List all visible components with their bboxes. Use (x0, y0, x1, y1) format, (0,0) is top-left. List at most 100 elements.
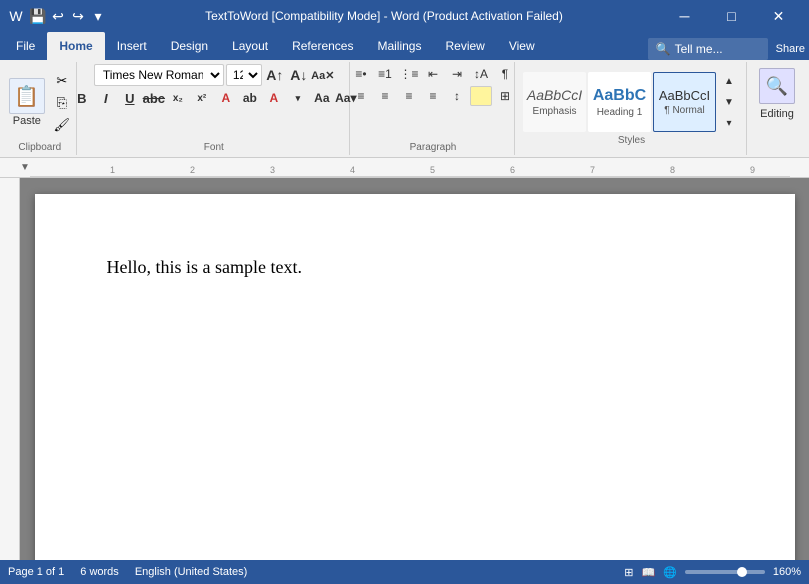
numbering-button[interactable]: ≡1 (374, 64, 396, 84)
share-button[interactable]: Share (776, 43, 805, 55)
layout-print-icon[interactable]: ⊞ (624, 566, 633, 579)
tab-mailings[interactable]: Mailings (365, 32, 433, 60)
sort-button[interactable]: ↕A (470, 64, 492, 84)
minimize-button[interactable]: ─ (662, 0, 707, 32)
decrease-indent-button[interactable]: ⇤ (422, 64, 444, 84)
svg-text:7: 7 (590, 165, 595, 175)
paste-icon: 📋 (9, 78, 45, 114)
status-right: ⊞ 📖 🌐 160% (624, 566, 801, 579)
style-card-emphasis[interactable]: AaBbCcI Emphasis (523, 72, 586, 132)
line-spacing-button[interactable]: ↕ (446, 86, 468, 106)
bold-button[interactable]: B (71, 88, 93, 108)
format-painter-button[interactable]: 🖌 (51, 115, 73, 135)
page-content[interactable]: Hello, this is a sample text. (107, 254, 723, 281)
language: English (United States) (135, 566, 248, 578)
svg-text:9: 9 (750, 165, 755, 175)
show-formatting-button[interactable]: ¶ (494, 64, 516, 84)
font-size-input[interactable]: Aa (311, 88, 333, 108)
close-button[interactable]: ✕ (756, 0, 801, 32)
italic-button[interactable]: I (95, 88, 117, 108)
save-icon[interactable]: 💾 (30, 8, 46, 24)
tab-layout[interactable]: Layout (220, 32, 280, 60)
word-count: 6 words (80, 566, 119, 578)
font-color-dropdown[interactable]: ▾ (287, 88, 309, 108)
tell-me-box[interactable]: 🔍 Tell me... (648, 38, 768, 60)
svg-text:3: 3 (270, 165, 275, 175)
text-highlight-button[interactable]: ab (239, 88, 261, 108)
font-color-button[interactable]: A (263, 88, 285, 108)
tab-design[interactable]: Design (159, 32, 220, 60)
shading-button[interactable] (470, 86, 492, 106)
text-effects-button[interactable]: A (215, 88, 237, 108)
word-logo-icon: W (8, 8, 24, 24)
justify-button[interactable]: ≡ (422, 86, 444, 106)
grow-font-button[interactable]: A↑ (264, 65, 286, 85)
document-page[interactable]: Hello, this is a sample text. (35, 194, 795, 560)
ruler: ▼ 1 2 3 4 5 6 7 8 9 (0, 158, 809, 178)
align-left-button[interactable]: ≡ (350, 86, 372, 106)
svg-text:6: 6 (510, 165, 515, 175)
tab-view[interactable]: View (497, 32, 547, 60)
copy-button[interactable]: ⎘ (51, 93, 73, 113)
page-info: Page 1 of 1 (8, 566, 64, 578)
tab-references[interactable]: References (280, 32, 365, 60)
layout-read-icon[interactable]: 📖 (641, 566, 655, 579)
redo-icon[interactable]: ↪ (70, 8, 86, 24)
increase-indent-button[interactable]: ⇥ (446, 64, 468, 84)
strikethrough-button[interactable]: abc (143, 88, 165, 108)
tab-home[interactable]: Home (47, 32, 104, 60)
vertical-ruler (0, 178, 20, 560)
style-card-normal[interactable]: AaBbCcI ¶ Normal (653, 72, 716, 132)
ruler-svg: 1 2 3 4 5 6 7 8 9 (30, 161, 790, 177)
undo-icon[interactable]: ↩ (50, 8, 66, 24)
align-center-button[interactable]: ≡ (374, 86, 396, 106)
zoom-slider[interactable] (685, 570, 765, 574)
tab-review[interactable]: Review (433, 32, 496, 60)
styles-scroll-down[interactable]: ▼ (718, 92, 740, 112)
underline-button[interactable]: U (119, 88, 141, 108)
paste-label: Paste (13, 115, 41, 127)
heading1-label: Heading 1 (597, 107, 643, 118)
clipboard-buttons: ✂ ⎘ 🖌 (51, 71, 73, 135)
tab-insert[interactable]: Insert (105, 32, 159, 60)
shrink-font-button[interactable]: A↓ (288, 65, 310, 85)
layout-web-icon[interactable]: 🌐 (663, 566, 677, 579)
qat-dropdown-icon[interactable]: ▾ (90, 8, 106, 24)
svg-text:8: 8 (670, 165, 675, 175)
search-icon: 🔍 (656, 42, 671, 56)
document-area[interactable]: Hello, this is a sample text. (20, 178, 809, 560)
clear-format-button[interactable]: Aa✕ (312, 65, 334, 85)
paste-area[interactable]: 📋 Paste (7, 76, 47, 129)
font-family-select[interactable]: Times New Roman (94, 64, 224, 86)
borders-button[interactable]: ⊞ (494, 86, 516, 106)
styles-expand[interactable]: ▾ (718, 113, 740, 133)
style-card-heading1[interactable]: AaBbC Heading 1 (588, 72, 651, 132)
multilevel-list-button[interactable]: ⋮≡ (398, 64, 420, 84)
main-area: Hello, this is a sample text. (0, 178, 809, 560)
title-bar-left: W 💾 ↩ ↪ ▾ (8, 8, 106, 24)
font-row1: Times New Roman 12 A↑ A↓ Aa✕ (94, 64, 334, 86)
svg-text:1: 1 (110, 165, 115, 175)
align-right-button[interactable]: ≡ (398, 86, 420, 106)
editing-content: 🔍 Editing (755, 64, 799, 155)
ribbon: 📋 Paste ✂ ⎘ 🖌 Clipboard Times New Roman … (0, 60, 809, 158)
maximize-button[interactable]: □ (709, 0, 754, 32)
cut-button[interactable]: ✂ (51, 71, 73, 91)
para-row2: ≡ ≡ ≡ ≡ ↕ ⊞ (350, 86, 516, 106)
subscript-button[interactable]: x₂ (167, 88, 189, 108)
styles-scroll-up[interactable]: ▲ (718, 71, 740, 91)
ruler-left-indent: ▼ (20, 162, 30, 173)
bullets-button[interactable]: ≡• (350, 64, 372, 84)
normal-preview: AaBbCcI (659, 88, 710, 104)
tab-file[interactable]: File (4, 32, 47, 60)
editing-group: 🔍 Editing (749, 62, 805, 155)
window-controls: ─ □ ✕ (662, 0, 801, 32)
normal-label: ¶ Normal (664, 105, 704, 116)
superscript-button[interactable]: x² (191, 88, 213, 108)
title-bar: W 💾 ↩ ↪ ▾ TextToWord [Compatibility Mode… (0, 0, 809, 32)
search-editing-icon[interactable]: 🔍 (759, 68, 795, 104)
svg-text:4: 4 (350, 165, 355, 175)
zoom-thumb[interactable] (737, 567, 747, 577)
font-size-select[interactable]: 12 (226, 64, 262, 86)
svg-text:2: 2 (190, 165, 195, 175)
